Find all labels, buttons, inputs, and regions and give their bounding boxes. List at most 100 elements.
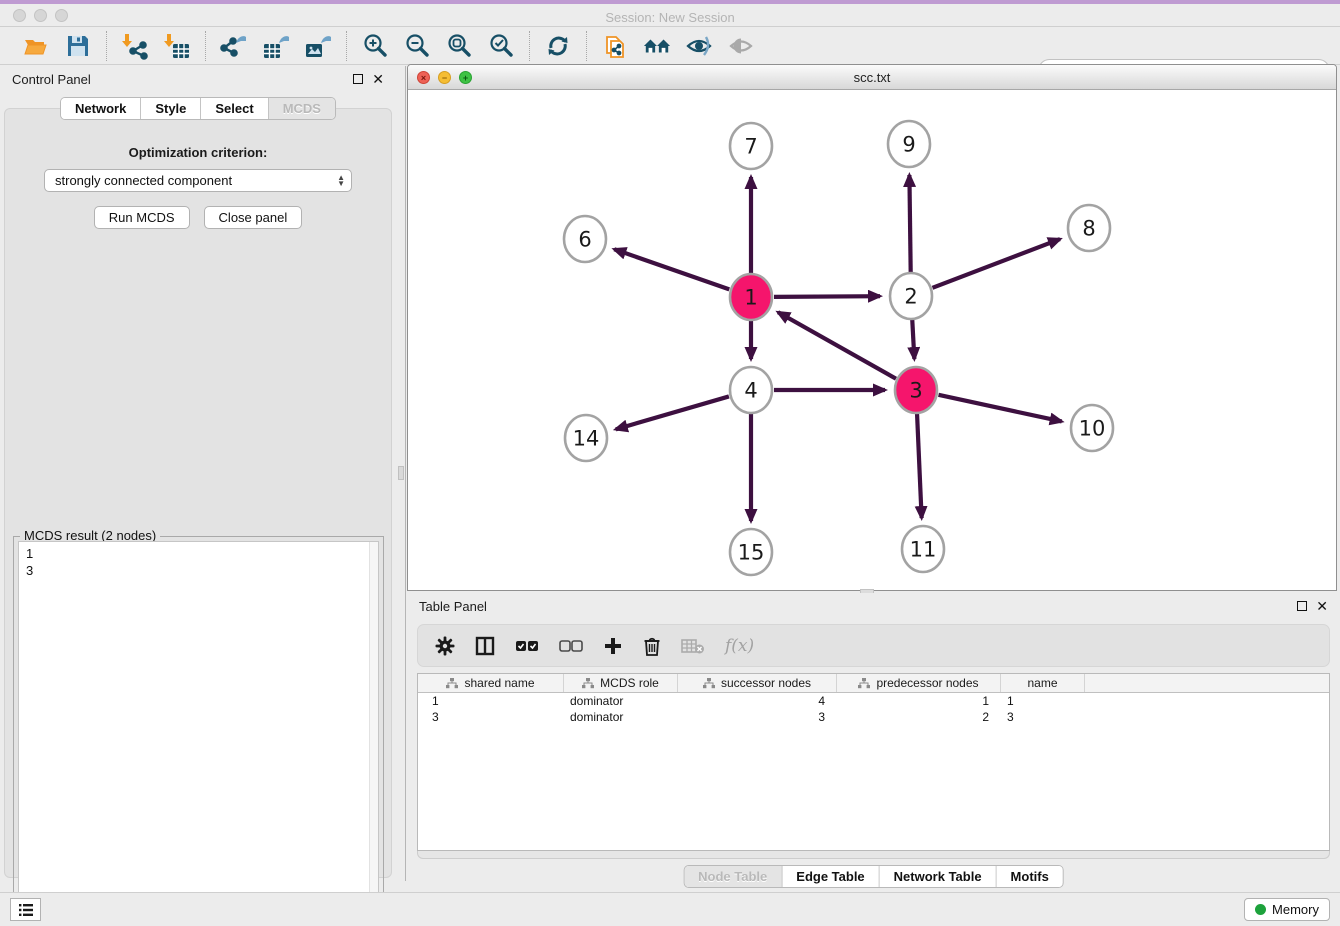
memory-button[interactable]: Memory — [1244, 898, 1330, 921]
node-label-2: 2 — [904, 285, 917, 309]
export-image-icon[interactable] — [304, 32, 332, 60]
cell-predecessor-nodes: 2 — [837, 709, 1001, 725]
tab-node-table[interactable]: Node Table — [684, 866, 782, 887]
float-table-panel-icon[interactable] — [1297, 601, 1307, 611]
mcds-result-text[interactable]: 1 3 — [18, 541, 379, 909]
node-label-9: 9 — [902, 133, 915, 157]
network-graph[interactable]: 7968124314101511 — [408, 90, 1336, 590]
mcds-panel-body: Optimization criterion: strongly connect… — [4, 108, 392, 878]
tab-style[interactable]: Style — [141, 98, 201, 119]
zoom-fit-icon[interactable] — [445, 32, 473, 60]
tab-select[interactable]: Select — [201, 98, 268, 119]
run-mcds-button[interactable]: Run MCDS — [94, 206, 190, 229]
float-panel-icon[interactable] — [353, 74, 363, 84]
function-builder-button[interactable]: f(x) — [725, 636, 754, 656]
open-session-icon[interactable] — [22, 32, 50, 60]
tab-motifs[interactable]: Motifs — [997, 866, 1063, 887]
cell-name: 1 — [1001, 693, 1085, 709]
memory-status-dot — [1255, 904, 1266, 915]
criterion-dropdown-value: strongly connected component — [55, 173, 337, 188]
select-all-columns-icon[interactable] — [515, 639, 539, 653]
edge-2-8[interactable] — [932, 239, 1060, 288]
tab-network[interactable]: Network — [61, 98, 141, 119]
criterion-dropdown[interactable]: strongly connected component ▲▼ — [44, 169, 352, 192]
close-panel-button[interactable]: Close panel — [204, 206, 303, 229]
edge-3-10[interactable] — [938, 395, 1061, 422]
column-header-label: name — [1027, 676, 1057, 690]
column-header-name[interactable]: name — [1001, 674, 1085, 692]
node-label-6: 6 — [578, 228, 591, 252]
column-header-label: successor nodes — [721, 676, 811, 690]
control-panel-tabs: Network Style Select MCDS — [60, 97, 336, 120]
import-table-icon[interactable] — [163, 32, 191, 60]
table-header-row: shared name MCDS role successor nodes prede… — [418, 674, 1329, 693]
delete-column-trash-icon[interactable] — [643, 636, 661, 656]
tab-edge-table[interactable]: Edge Table — [782, 866, 879, 887]
export-table-icon[interactable] — [262, 32, 290, 60]
list-icon — [18, 903, 34, 917]
cell-name: 3 — [1001, 709, 1085, 725]
table-row[interactable]: 1dominator411 — [418, 693, 1329, 709]
edge-3-11[interactable] — [917, 413, 922, 518]
edge-3-1[interactable] — [778, 312, 896, 378]
refresh-view-icon[interactable] — [544, 32, 572, 60]
hide-selected-eye-icon[interactable] — [685, 32, 713, 60]
show-hidden-eye-icon[interactable] — [727, 32, 755, 60]
close-panel-icon[interactable]: ✕ — [372, 74, 384, 84]
cell-predecessor-nodes: 1 — [837, 693, 1001, 709]
new-network-from-selection-icon[interactable] — [601, 32, 629, 60]
dropdown-stepper-icon: ▲▼ — [337, 175, 345, 187]
cell-shared-name: 3 — [418, 709, 564, 725]
create-column-plus-icon[interactable] — [603, 636, 623, 656]
table-settings-gear-icon[interactable] — [435, 636, 455, 656]
node-label-4: 4 — [744, 379, 757, 403]
node-label-8: 8 — [1082, 217, 1095, 241]
unselect-all-columns-icon[interactable] — [559, 639, 583, 653]
panel-splitter[interactable] — [396, 66, 406, 881]
column-header-shared-name[interactable]: shared name — [418, 674, 564, 692]
column-tree-icon — [582, 678, 594, 689]
table-tabs: Node Table Edge Table Network Table Moti… — [683, 865, 1064, 888]
task-history-button[interactable] — [10, 898, 41, 921]
edge-2-9[interactable] — [909, 175, 910, 273]
splitter-grip[interactable] — [398, 466, 404, 480]
zoom-out-icon[interactable] — [403, 32, 431, 60]
column-header-successor-nodes[interactable]: successor nodes — [678, 674, 837, 692]
table-scroll-strip[interactable] — [417, 851, 1330, 859]
zoom-in-icon[interactable] — [361, 32, 389, 60]
export-network-icon[interactable] — [220, 32, 248, 60]
column-header-label: shared name — [464, 676, 534, 690]
column-header-predecessor-nodes[interactable]: predecessor nodes — [837, 674, 1001, 692]
edge-1-6[interactable] — [614, 249, 729, 289]
table-row[interactable]: 3dominator323 — [418, 709, 1329, 725]
control-panel-title: Control Panel — [12, 72, 91, 87]
node-label-7: 7 — [744, 135, 757, 159]
import-network-icon[interactable] — [121, 32, 149, 60]
tab-mcds[interactable]: MCDS — [269, 98, 335, 119]
save-session-icon[interactable] — [64, 32, 92, 60]
mcds-result-scrollbar[interactable] — [369, 542, 378, 908]
node-label-1: 1 — [744, 286, 757, 310]
tab-network-table[interactable]: Network Table — [880, 866, 997, 887]
show-columns-icon[interactable] — [475, 636, 495, 656]
zoom-selected-icon[interactable] — [487, 32, 515, 60]
node-label-11: 11 — [910, 538, 937, 562]
cell-shared-name: 1 — [418, 693, 564, 709]
home-layout-icon[interactable] — [643, 32, 671, 60]
network-window-titlebar[interactable]: × − + scc.txt — [408, 65, 1336, 90]
close-table-panel-icon[interactable]: ✕ — [1316, 601, 1328, 611]
column-tree-icon — [703, 678, 715, 689]
edge-1-2[interactable] — [774, 296, 880, 297]
table-panel-title: Table Panel — [419, 599, 487, 614]
main-toolbar — [0, 27, 1340, 65]
delete-table-icon[interactable] — [681, 637, 705, 655]
edge-4-14[interactable] — [616, 396, 729, 429]
edge-2-3[interactable] — [912, 319, 914, 359]
network-canvas[interactable]: 7968124314101511 — [408, 90, 1336, 590]
column-header-MCDS-role[interactable]: MCDS role — [564, 674, 678, 692]
memory-label: Memory — [1272, 902, 1319, 917]
node-table: shared name MCDS role successor nodes prede… — [417, 673, 1330, 851]
table-body: 1dominator4113dominator323 — [418, 693, 1329, 725]
node-label-15: 15 — [738, 541, 765, 565]
mcds-result-group: MCDS result (2 nodes) 1 3 — [13, 536, 384, 914]
